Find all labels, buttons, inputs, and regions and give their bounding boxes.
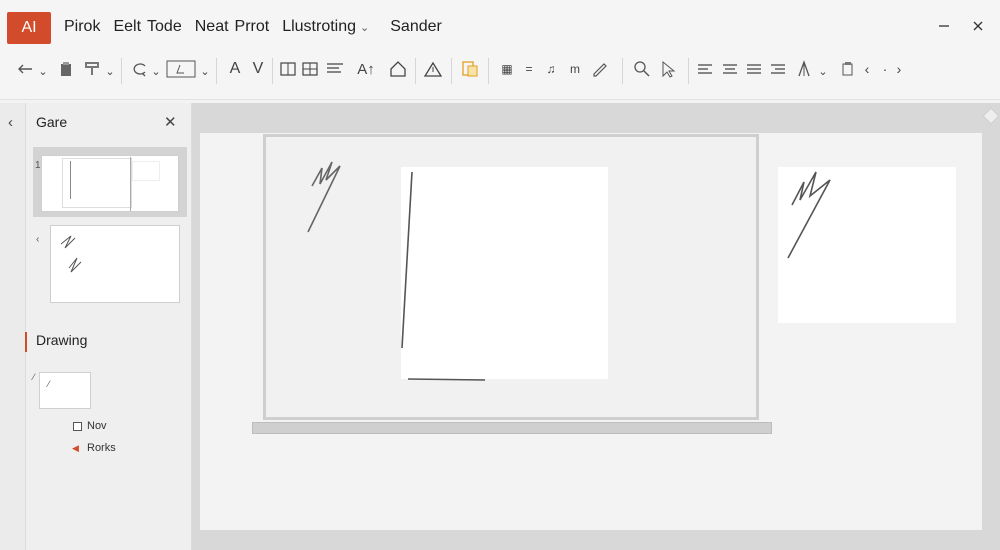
sketch-strokes xyxy=(307,161,831,381)
